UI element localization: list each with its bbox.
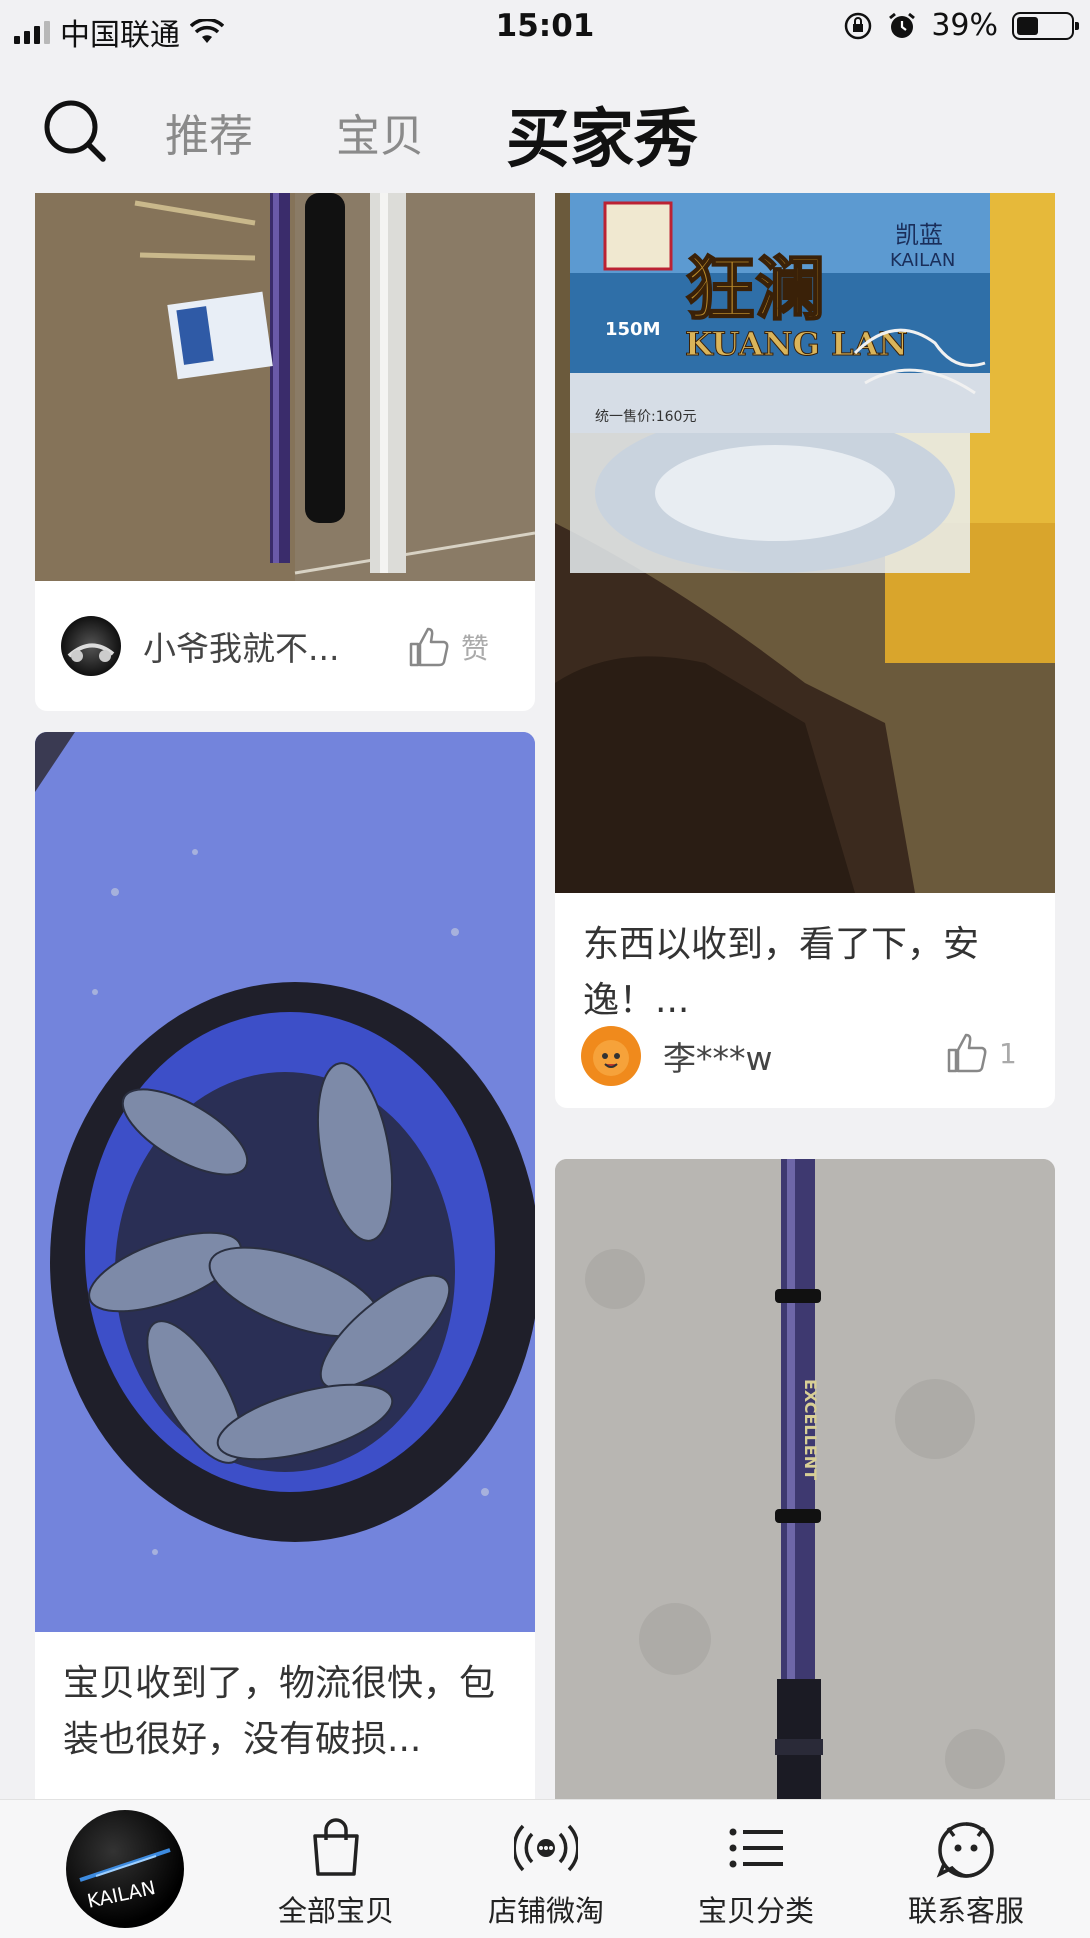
- shop-logo[interactable]: KAILAN: [66, 1810, 184, 1928]
- tab-label: 店铺微淘: [487, 1894, 604, 1928]
- svg-text:150M: 150M: [605, 319, 661, 340]
- tab-recommend[interactable]: 推荐: [165, 100, 253, 164]
- status-right: 39%: [843, 8, 1079, 43]
- tab-customer-service[interactable]: 联系客服: [886, 1818, 1046, 1930]
- post-photo[interactable]: 凯蓝 KAILAN 狂澜 KUANG LAN 150M 统一售价:160元: [555, 193, 1055, 893]
- buyer-show-feed: 小爷我就不... 赞 凯蓝 KAILAN 狂澜 KUANG LAN 150M 统…: [0, 193, 1090, 1800]
- rod-parts-illustration: [35, 193, 535, 581]
- svg-text:KUANG LAN: KUANG LAN: [685, 325, 908, 363]
- user-avatar[interactable]: [61, 616, 121, 676]
- top-nav: 推荐 宝贝 买家秀: [0, 70, 1090, 190]
- like-button[interactable]: 1: [945, 1031, 1017, 1075]
- svg-text:统一售价:160元: 统一售价:160元: [595, 409, 696, 425]
- shopping-bag-icon: [313, 1818, 359, 1876]
- orientation-lock-icon: [845, 12, 872, 39]
- tab-categories[interactable]: 宝贝分类: [676, 1818, 836, 1930]
- like-button[interactable]: 赞: [407, 625, 489, 669]
- battery-icon: [1012, 11, 1079, 40]
- alarm-icon: [889, 12, 916, 38]
- tab-items[interactable]: 宝贝: [336, 100, 424, 164]
- broadcast-icon: [512, 1824, 580, 1872]
- svg-text:狂澜: 狂澜: [685, 247, 825, 330]
- tab-buyer-show[interactable]: 买家秀: [506, 88, 698, 180]
- post-card[interactable]: 凯蓝 KAILAN 狂澜 KUANG LAN 150M 统一售价:160元 东西…: [555, 193, 1055, 1108]
- fish-in-net-photo: [35, 732, 535, 1632]
- like-label: 赞: [461, 632, 490, 665]
- svg-text:凯蓝: 凯蓝: [895, 221, 943, 249]
- username[interactable]: 小爷我就不...: [143, 622, 339, 670]
- thumbs-up-icon: [947, 1033, 987, 1073]
- post-card[interactable]: 宝贝收到了，物流很快，包装也很好，没有破损...: [35, 732, 535, 1800]
- username[interactable]: 李***w: [663, 1032, 773, 1080]
- list-icon: [729, 1828, 783, 1868]
- bottom-tab-bar: KAILAN 全部宝贝 店铺微淘 宝贝分类 联系客服: [0, 1799, 1090, 1938]
- tab-all-items[interactable]: 全部宝贝: [256, 1818, 416, 1930]
- fishing-rod-photo: EXCELLENT: [555, 1159, 1055, 1800]
- status-bar: 中国联通 15:01 39%: [0, 0, 1090, 56]
- tab-shop-feed[interactable]: 店铺微淘: [466, 1818, 626, 1930]
- svg-text:EXCELLENT: EXCELLENT: [801, 1379, 820, 1480]
- post-description[interactable]: 宝贝收到了，物流很快，包装也很好，没有破损...: [63, 1656, 507, 1768]
- user-avatar[interactable]: [581, 1026, 641, 1086]
- svg-text:KAILAN: KAILAN: [85, 1877, 157, 1913]
- fishing-line-package-photo: 凯蓝 KAILAN 狂澜 KUANG LAN 150M 统一售价:160元: [555, 193, 1055, 893]
- post-card[interactable]: EXCELLENT: [555, 1159, 1055, 1800]
- screen: 中国联通 15:01 39% 推荐 宝贝 买家秀 小爷我就不... 赞 凯蓝 K…: [0, 0, 1090, 1938]
- tab-label: 宝贝分类: [697, 1894, 814, 1928]
- post-photo[interactable]: [35, 193, 535, 581]
- tab-label: 全部宝贝: [277, 1894, 394, 1928]
- post-description[interactable]: 东西以收到，看了下，安逸！...: [583, 917, 1027, 1029]
- tab-label: 联系客服: [907, 1894, 1024, 1928]
- thumbs-up-icon: [409, 627, 449, 667]
- like-count: 1: [999, 1036, 1017, 1070]
- search-icon[interactable]: [40, 96, 110, 166]
- battery-percent: 39%: [931, 8, 998, 43]
- chat-face-icon: [936, 1822, 994, 1878]
- svg-text:KAILAN: KAILAN: [890, 250, 955, 271]
- post-card[interactable]: 小爷我就不... 赞: [35, 193, 535, 711]
- post-photo[interactable]: EXCELLENT: [555, 1159, 1055, 1800]
- post-photo[interactable]: [35, 732, 535, 1632]
